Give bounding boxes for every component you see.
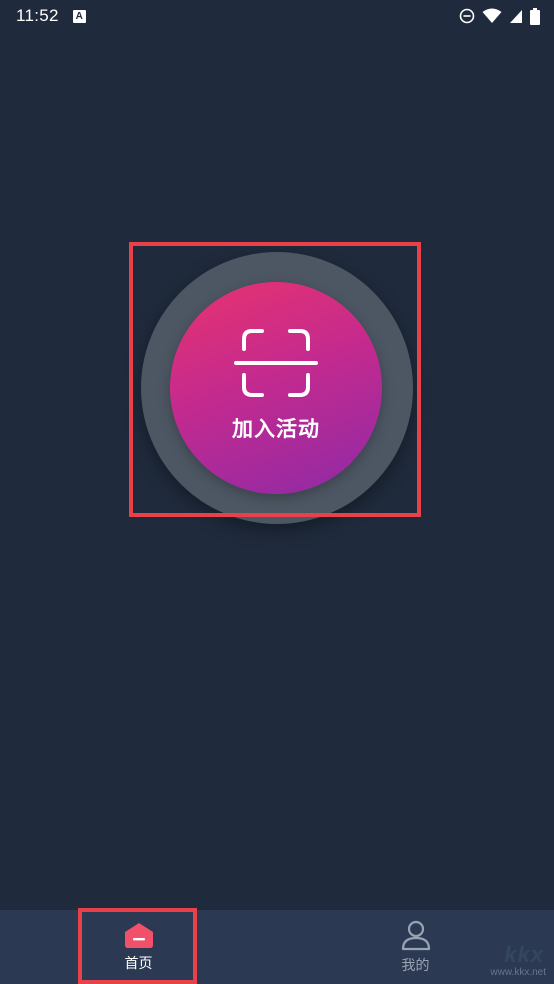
nav-item-home[interactable]: 首页 <box>0 910 277 984</box>
watermark-url: www.kkx.net <box>490 967 546 978</box>
status-right <box>459 7 540 25</box>
status-left: 11:52 A <box>16 6 86 26</box>
status-bar: 11:52 A <box>0 0 554 32</box>
join-activity-button[interactable]: 加入活动 <box>170 282 382 494</box>
scan-icon <box>234 329 318 397</box>
battery-icon <box>530 7 540 25</box>
notification-app-icon: A <box>72 9 86 23</box>
watermark-logo: kkx <box>504 942 544 967</box>
wifi-icon <box>482 8 502 23</box>
home-icon <box>124 923 153 948</box>
nav-mine-label: 我的 <box>401 958 430 974</box>
status-time: 11:52 <box>16 6 59 25</box>
cellular-signal-icon <box>510 10 522 23</box>
user-icon <box>401 920 430 951</box>
bottom-nav: 首页 我的 <box>0 910 554 984</box>
nav-home-label: 首页 <box>124 956 153 972</box>
do-not-disturb-icon <box>459 8 475 24</box>
app-screen: 11:52 A 加入活动 首页 我的 kkx www.kkx.net <box>0 0 554 984</box>
join-activity-label: 加入活动 <box>232 417 320 441</box>
